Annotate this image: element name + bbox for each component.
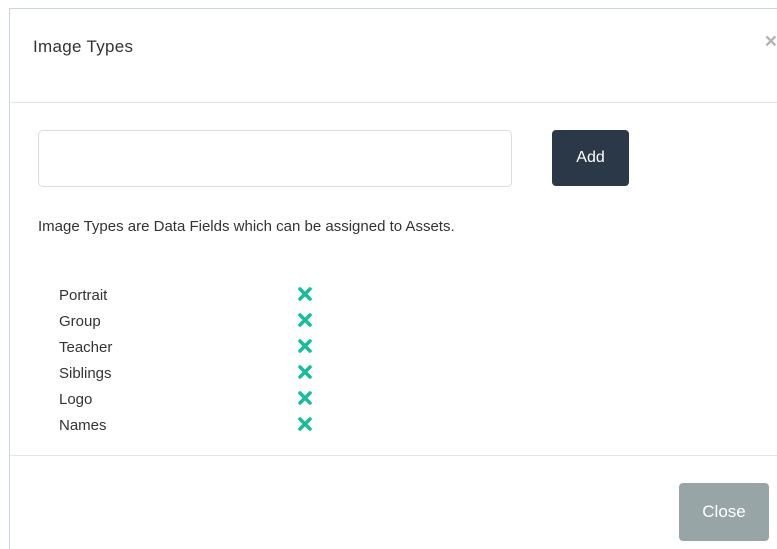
list-item: Group: [59, 311, 329, 337]
image-types-modal: Image Types × Add Image Types are Data F…: [0, 0, 777, 549]
remove-icon[interactable]: [296, 337, 314, 355]
list-item: Siblings: [59, 363, 329, 389]
add-button[interactable]: Add: [552, 130, 629, 186]
image-type-name: Teacher: [59, 339, 113, 356]
remove-icon[interactable]: [296, 389, 314, 407]
image-type-name: Portrait: [59, 287, 108, 304]
image-type-list: Portrait Group Teacher Siblings Logo Nam…: [59, 285, 329, 441]
close-icon[interactable]: ×: [761, 31, 777, 53]
modal-title: Image Types: [33, 37, 134, 56]
list-item: Portrait: [59, 285, 329, 311]
list-item: Teacher: [59, 337, 329, 363]
remove-icon[interactable]: [296, 363, 314, 381]
list-item: Names: [59, 415, 329, 441]
help-text: Image Types are Data Fields which can be…: [38, 218, 455, 235]
modal-header: Image Types ×: [10, 9, 777, 103]
image-type-name: Logo: [59, 391, 93, 408]
remove-icon[interactable]: [296, 415, 314, 433]
image-type-name: Names: [59, 417, 107, 434]
remove-icon[interactable]: [296, 311, 314, 329]
image-type-name: Siblings: [59, 365, 112, 382]
image-type-name: Group: [59, 313, 101, 330]
image-type-input[interactable]: [38, 130, 512, 187]
modal-body: Add Image Types are Data Fields which ca…: [10, 103, 777, 455]
list-item: Logo: [59, 389, 329, 415]
remove-icon[interactable]: [296, 285, 314, 303]
close-button[interactable]: Close: [679, 483, 769, 541]
modal-footer: Close: [10, 455, 777, 549]
